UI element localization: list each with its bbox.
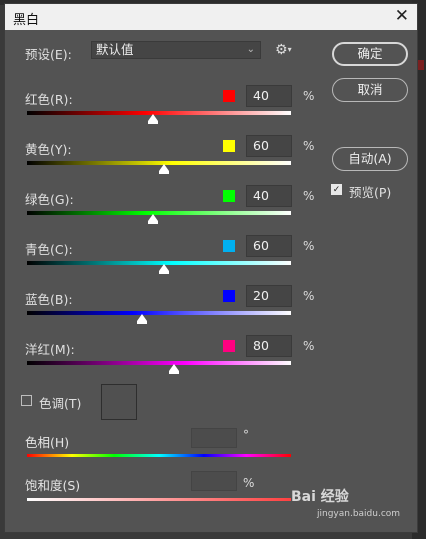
preview-label: 预览(P) [349, 185, 392, 200]
color-swatch [223, 240, 235, 252]
color-swatch [223, 340, 235, 352]
saturation-slider-track[interactable] [27, 498, 291, 501]
red-slider-thumb[interactable] [148, 114, 158, 124]
blue-slider-track[interactable] [27, 311, 291, 315]
red-value-input[interactable]: 40 [246, 85, 292, 107]
cyan-value-input[interactable]: 60 [246, 235, 292, 257]
tint-label: 色调(T) [39, 396, 82, 411]
ok-button[interactable]: 确定 [332, 42, 408, 66]
black-white-dialog: 黑白 ✕ 预设(E): 默认值 ⌄ ⚙▾ 确定 取消 自动(A) ✓ 预览(P)… [4, 3, 418, 533]
percent-unit: % [303, 239, 315, 253]
color-swatch [223, 290, 235, 302]
yellow-slider-thumb[interactable] [159, 164, 169, 174]
percent-unit: % [303, 139, 315, 153]
cancel-button[interactable]: 取消 [332, 78, 408, 102]
yellow-value-input[interactable]: 60 [246, 135, 292, 157]
red-slider-track[interactable] [27, 111, 291, 115]
magenta-slider-track[interactable] [27, 361, 291, 365]
percent-unit: % [243, 476, 255, 490]
saturation-label: 饱和度(S) [25, 478, 81, 493]
color-swatch [223, 140, 235, 152]
percent-unit: % [303, 289, 315, 303]
blue-slider-thumb[interactable] [137, 314, 147, 324]
percent-unit: % [303, 89, 315, 103]
color-swatch [223, 90, 235, 102]
preset-value: 默认值 [96, 42, 134, 57]
channel-label: 洋红(M): [25, 342, 75, 357]
cyan-slider-thumb[interactable] [159, 264, 169, 274]
magenta-value-input[interactable]: 80 [246, 335, 292, 357]
magenta-slider-thumb[interactable] [169, 364, 179, 374]
green-value-input[interactable]: 40 [246, 185, 292, 207]
blue-value-input[interactable]: 20 [246, 285, 292, 307]
channel-label: 绿色(G): [25, 192, 74, 207]
gear-icon[interactable]: ⚙▾ [275, 43, 292, 57]
title-bar: 黑白 ✕ [5, 4, 417, 30]
percent-unit: % [303, 189, 315, 203]
degree-unit: ° [243, 428, 249, 442]
channel-label: 青色(C): [25, 242, 73, 257]
dialog-title: 黑白 [13, 13, 40, 28]
preset-label: 预设(E): [25, 47, 72, 62]
channel-label: 蓝色(B): [25, 292, 73, 307]
tint-checkbox[interactable] [21, 395, 32, 406]
preview-checkbox[interactable]: ✓ [331, 184, 342, 195]
watermark-logo: Bai 经验 [291, 489, 349, 505]
watermark-url: jingyan.baidu.com [317, 509, 401, 519]
percent-unit: % [303, 339, 315, 353]
green-slider-track[interactable] [27, 211, 291, 215]
preset-select[interactable]: 默认值 ⌄ [91, 41, 261, 59]
channel-label: 红色(R): [25, 92, 73, 107]
auto-button[interactable]: 自动(A) [332, 147, 408, 171]
green-slider-thumb[interactable] [148, 214, 158, 224]
color-swatch [223, 190, 235, 202]
tint-color-swatch[interactable] [101, 384, 137, 420]
chevron-down-icon: ⌄ [246, 44, 255, 55]
hue-label: 色相(H) [25, 435, 70, 450]
hue-value-input[interactable] [191, 428, 237, 448]
saturation-value-input[interactable] [191, 471, 237, 491]
hue-slider-track[interactable] [27, 454, 291, 457]
channel-label: 黄色(Y): [25, 142, 72, 157]
close-icon[interactable]: ✕ [395, 6, 409, 26]
